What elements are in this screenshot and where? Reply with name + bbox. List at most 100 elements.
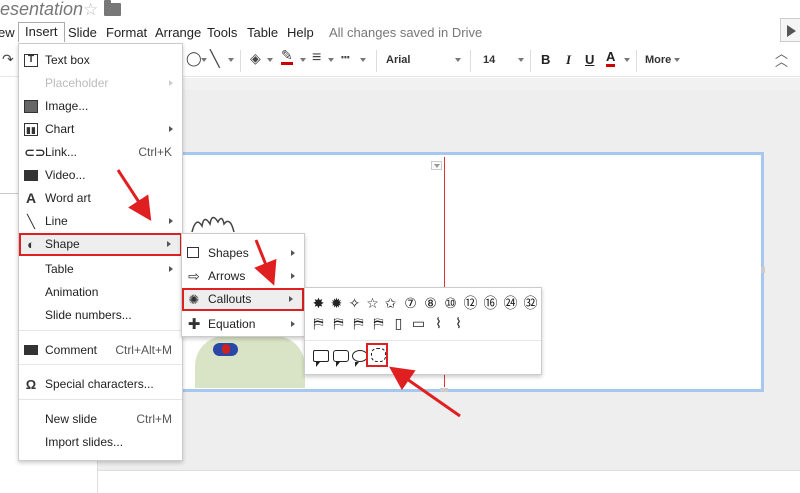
- burst-2-shape[interactable]: ✹: [328, 295, 345, 312]
- menu-item-label: Chart: [45, 122, 75, 136]
- comment-icon: [24, 345, 38, 355]
- slide-picture[interactable]: [195, 336, 305, 388]
- document-title[interactable]: esentation: [0, 0, 83, 20]
- line-icon: ╲: [27, 214, 35, 229]
- chevron-down-icon[interactable]: [518, 58, 524, 62]
- menu-item-label: Animation: [45, 285, 99, 299]
- speaker-notes-area[interactable]: [98, 470, 800, 493]
- menu-item-chart[interactable]: ▮▮ Chart: [19, 118, 182, 141]
- redo-icon[interactable]: ↷: [2, 51, 14, 68]
- menu-item-equation[interactable]: ✚ Equation: [182, 313, 304, 336]
- double-wave-shape[interactable]: ⌇: [450, 315, 467, 332]
- menu-help[interactable]: Help: [287, 25, 314, 40]
- omega-icon: Ω: [25, 377, 37, 392]
- star-32-shape[interactable]: ㉜: [522, 295, 539, 312]
- collapse-icon[interactable]: ︿ ︿: [775, 47, 788, 68]
- menu-item-word-art[interactable]: A Word art: [19, 187, 182, 210]
- menu-item-slide-numbers[interactable]: Slide numbers...: [19, 304, 182, 327]
- menu-item-placeholder: Placeholder: [19, 72, 182, 95]
- star-6-shape[interactable]: ✩: [382, 295, 399, 312]
- menu-item-comment[interactable]: Comment Ctrl+Alt+M: [19, 339, 182, 362]
- ribbon-1-shape[interactable]: ⛿: [310, 315, 327, 332]
- wave-shape[interactable]: ⌇: [430, 315, 447, 332]
- menu-item-shapes[interactable]: Shapes: [182, 242, 304, 265]
- menu-format[interactable]: Format: [106, 25, 147, 40]
- picture-hair: [191, 216, 235, 233]
- more-button[interactable]: More: [645, 54, 671, 66]
- callout-rectangle-shape[interactable]: [313, 350, 329, 367]
- burst-1-shape[interactable]: ✸: [310, 295, 327, 312]
- callouts-submenu: ✸ ✹ ✧ ☆ ✩ ⑦ ⑧ ⑩ ⑫ ⑯ ㉔ ㉜ ⛿ ⛿ ⛿ ⛿ ▯ ▭ ⌇ ⌇: [304, 287, 542, 375]
- menu-item-special-characters[interactable]: Ω Special characters...: [19, 373, 182, 396]
- ribbon-2-shape[interactable]: ⛿: [330, 315, 347, 332]
- ribbon-4-shape[interactable]: ⛿: [370, 315, 387, 332]
- chevron-down-icon[interactable]: [674, 58, 680, 62]
- chevron-down-icon[interactable]: [328, 58, 334, 62]
- star-7-shape[interactable]: ⑦: [402, 295, 419, 312]
- menu-item-video[interactable]: Video...: [19, 164, 182, 187]
- line-color-icon[interactable]: ✎: [281, 48, 293, 65]
- shape-tool-icon[interactable]: ◯: [186, 50, 202, 67]
- star-24-shape[interactable]: ㉔: [502, 295, 519, 312]
- font-size-select[interactable]: 14: [483, 54, 495, 66]
- chevron-down-icon[interactable]: [201, 58, 207, 62]
- line-tool-icon[interactable]: ╲: [210, 49, 220, 69]
- chevron-down-icon[interactable]: [267, 58, 273, 62]
- callout-cloud-shape[interactable]: [366, 343, 388, 367]
- menu-item-image[interactable]: Image...: [19, 95, 182, 118]
- line-weight-icon[interactable]: ≡: [312, 49, 321, 67]
- submenu-arrow-icon: [169, 266, 173, 272]
- star-10-shape[interactable]: ⑩: [442, 295, 459, 312]
- scroll-vertical-shape[interactable]: ▯: [390, 315, 407, 332]
- chevron-down-icon[interactable]: [360, 58, 366, 62]
- folder-icon[interactable]: [104, 0, 121, 16]
- menu-item-label: Equation: [208, 317, 256, 331]
- menu-arrange[interactable]: Arrange: [155, 25, 201, 40]
- star-icon[interactable]: ☆: [83, 0, 98, 20]
- star-5-shape[interactable]: ☆: [364, 295, 381, 312]
- menu-item-table[interactable]: Table: [19, 258, 182, 281]
- menu-item-text-box[interactable]: T Text box: [19, 49, 182, 72]
- ribbon-3-shape[interactable]: ⛿: [350, 315, 367, 332]
- star-4-shape[interactable]: ✧: [346, 295, 363, 312]
- scroll-horizontal-shape[interactable]: ▭: [410, 315, 427, 332]
- resize-handle[interactable]: [440, 388, 448, 392]
- menu-item-shape[interactable]: ◐ Shape: [19, 233, 182, 256]
- chevron-down-icon[interactable]: [300, 58, 306, 62]
- menu-item-import-slides[interactable]: Import slides...: [19, 431, 182, 454]
- cloud-icon: [371, 348, 386, 362]
- fill-color-icon[interactable]: ◈: [250, 50, 261, 67]
- chevron-down-icon[interactable]: [228, 58, 234, 62]
- callout-rounded-rectangle-shape[interactable]: [333, 350, 349, 367]
- menu-item-line[interactable]: ╲ Line: [19, 210, 182, 233]
- toolbar-divider: [636, 50, 637, 72]
- menu-item-new-slide[interactable]: New slide Ctrl+M: [19, 408, 182, 431]
- menu-table[interactable]: Table: [247, 25, 278, 40]
- italic-button[interactable]: I: [566, 52, 571, 68]
- menu-insert[interactable]: Insert: [18, 22, 65, 42]
- chevron-down-icon[interactable]: [455, 58, 461, 62]
- line-dash-icon[interactable]: ┅: [341, 49, 349, 66]
- star-12-shape[interactable]: ⑫: [462, 295, 479, 312]
- resize-handle[interactable]: [761, 267, 765, 273]
- plus-icon: ✚: [187, 316, 201, 333]
- star-8-shape[interactable]: ⑧: [422, 295, 439, 312]
- text-color-button[interactable]: A: [606, 50, 616, 67]
- slide-options-button[interactable]: [431, 161, 442, 170]
- menu-item-animation[interactable]: Animation: [19, 281, 182, 304]
- title-bar: esentation ☆: [0, 0, 800, 22]
- font-family-select[interactable]: Arial: [386, 54, 410, 66]
- menu-view[interactable]: ew: [0, 25, 15, 40]
- bow-tie-illustration: [213, 343, 238, 356]
- menu-slide[interactable]: Slide: [68, 25, 97, 40]
- menu-tools[interactable]: Tools: [207, 25, 237, 40]
- chevron-down-icon[interactable]: [624, 58, 630, 62]
- menu-item-callouts[interactable]: ✺ Callouts: [182, 288, 304, 311]
- present-button[interactable]: [780, 18, 800, 42]
- underline-button[interactable]: U: [585, 52, 594, 67]
- menu-item-link[interactable]: ⊂⊃ Link... Ctrl+K: [19, 141, 182, 164]
- bold-button[interactable]: B: [541, 52, 550, 67]
- chart-icon: ▮▮: [24, 123, 38, 136]
- menu-item-arrows[interactable]: ⇨ Arrows: [182, 265, 304, 288]
- star-16-shape[interactable]: ⑯: [482, 295, 499, 312]
